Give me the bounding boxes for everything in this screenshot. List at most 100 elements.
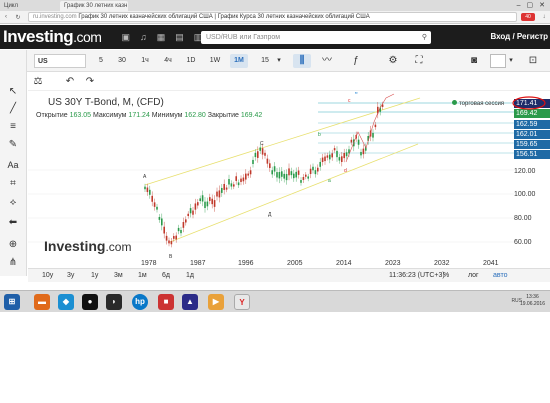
interval-4h[interactable]: 4ч [160,54,176,68]
interval-1m[interactable]: 1M [230,54,248,68]
candle-body [197,202,199,206]
candles-icon[interactable]: ⫼ [293,54,311,68]
extension-badge[interactable]: 40 [521,13,535,21]
maximize-icon[interactable]: ▢ [527,1,534,11]
fullscreen-icon[interactable]: ⛶ [410,54,428,68]
app-icon-8[interactable]: ▶ [208,294,224,310]
tray-date: 19.06.2016 [519,301,545,307]
close-label: Закрытие [207,112,239,119]
candle-body [233,184,235,187]
indicators-icon[interactable]: ƒ [347,54,365,68]
period-1y[interactable]: 1y [91,269,98,283]
interval-5[interactable]: 5 [94,54,108,68]
settings-icon[interactable]: ⚙ [385,54,401,68]
site-logo[interactable]: Investing.com [0,27,102,47]
price-label-171: 171.41 [514,99,550,108]
tray-clock[interactable]: 13:36 19.06.2016 [520,294,545,308]
horizontal-lines-icon[interactable]: ≡ [4,120,22,134]
period-6d[interactable]: 6д [162,269,170,283]
yandex-browser-icon[interactable]: Y [234,294,250,310]
candle-body [331,153,333,158]
line-chart-icon[interactable]: 〰 [318,54,336,68]
candle-body [199,198,201,202]
candle-body [151,195,153,202]
reload-icon[interactable]: ↻ [12,14,24,21]
back-icon[interactable]: ‹ [0,14,12,20]
interval-dropdown-icon[interactable]: ▾ [275,54,283,68]
magnet-icon[interactable]: ⋔ [4,256,22,270]
x-axis-label-2005: 2005 [287,260,303,267]
pattern-icon[interactable]: ⌗ [4,177,22,191]
app-icon-6[interactable]: ■ [158,294,174,310]
candle-body [156,206,158,210]
camera-icon[interactable]: ◙ [465,54,483,68]
interval-1w[interactable]: 1W [206,54,224,68]
template-dropdown-icon[interactable]: ▾ [507,54,515,68]
hp-icon[interactable]: hp [132,294,148,310]
briefcase-icon[interactable]: ▣ [121,32,130,43]
period-3y[interactable]: 3y [67,269,74,283]
interval-15[interactable]: 15 [255,54,275,68]
candle-body [264,152,266,156]
url-field[interactable]: ru.investing.com График 30 летних казнач… [28,12,517,22]
drawing-sidebar: ↖ ╱ ≡ ✎ Aa ⌗ ⟡ ⬅ ⊕ ⋔ [0,50,27,276]
app-icon-3[interactable]: ● [82,294,98,310]
close-value: 169.42 [240,112,263,119]
calendar-icon[interactable]: ▦ [157,32,166,43]
minimize-icon[interactable]: ‒ [517,1,521,11]
percent-toggle[interactable]: % [443,269,449,283]
cursor-icon[interactable]: ↖ [4,85,22,99]
search-icon[interactable]: ⚲ [422,31,427,44]
undo-icon[interactable]: ↶ [62,75,78,89]
chart-icon[interactable]: ▤ [175,32,184,43]
browser-tab-2[interactable]: График 30 летних казн [60,1,128,11]
open-label: Открытие [36,112,68,119]
measure-icon[interactable]: ⟡ [4,196,22,210]
candle-body [357,139,360,145]
wave-label-3: Д [268,212,272,218]
interval-1h[interactable]: 1ч [137,54,153,68]
app-icon-4[interactable]: ◗ [106,294,122,310]
period-1d[interactable]: 1д [186,269,194,283]
period-3m[interactable]: 3м [114,269,123,283]
pen-icon[interactable]: ✎ [4,138,22,152]
app-icon-2[interactable]: ◆ [58,294,74,310]
auto-toggle[interactable]: авто [493,269,507,283]
period-1m[interactable]: 1м [138,269,147,283]
app-icon-7[interactable]: ▲ [182,294,198,310]
interval-1d[interactable]: 1D [183,54,199,68]
download-icon[interactable]: ↓ [538,14,550,20]
y-axis-label-120: 120.00 [514,168,536,175]
template-select[interactable] [490,54,506,68]
candle-body [158,216,161,220]
search-input[interactable]: USD/RUB или Газпром ⚲ [201,31,431,44]
channel-lower [169,143,419,243]
period-10y[interactable]: 10y [42,269,53,283]
candle-body [223,183,225,190]
trend-line-icon[interactable]: ╱ [4,102,22,116]
text-icon[interactable]: Aa [4,158,22,172]
scales-icon[interactable]: ⚖ [30,75,46,89]
browser-tab-1[interactable]: Цикл [0,1,60,11]
bell-icon[interactable]: ♫ [140,32,147,43]
close-icon[interactable]: ✕ [539,1,545,11]
save-icon[interactable]: ⊡ [525,54,541,68]
log-toggle[interactable]: лог [468,269,479,283]
start-icon[interactable]: ⊞ [4,294,20,310]
candle-body [338,157,341,161]
candle-body [201,195,204,202]
app-icon-1[interactable]: ▬ [34,294,50,310]
candle-body [350,139,353,143]
x-axis-label-2032: 2032 [434,260,450,267]
login-link[interactable]: Вход / Регистр [490,32,548,41]
zoom-icon[interactable]: ⊕ [4,238,22,252]
interval-30[interactable]: 30 [114,54,130,68]
candle-body [333,148,336,151]
wave-label-8: d [344,168,347,174]
candle-body [283,173,285,179]
redo-icon[interactable]: ↷ [82,75,98,89]
arrow-left-icon[interactable]: ⬅ [4,216,22,230]
symbol-input[interactable]: US [34,54,86,68]
candle-body [372,132,374,138]
candle-body [168,240,170,244]
